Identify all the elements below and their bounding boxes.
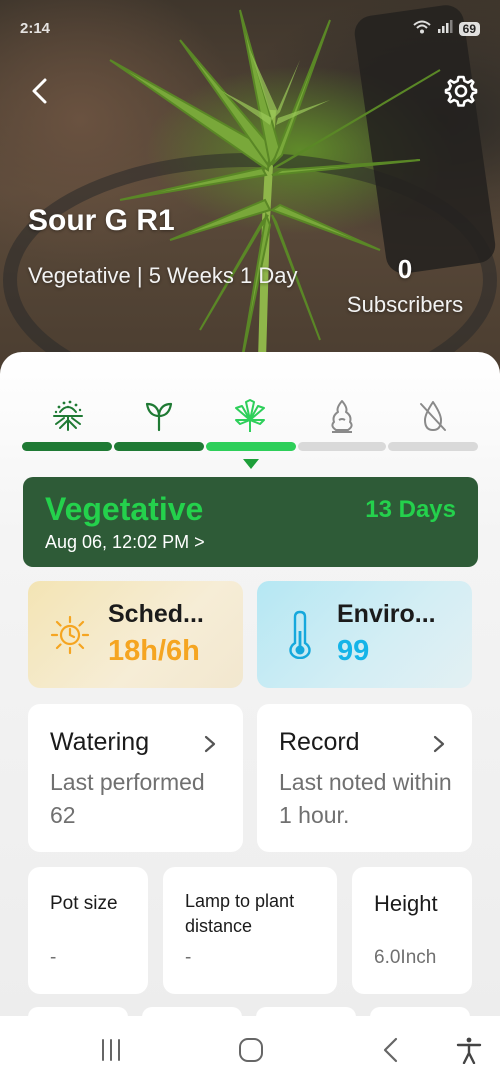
current-stage-days: 13 Days — [365, 496, 456, 523]
lamp-distance-card[interactable]: Lamp to plant distance - — [163, 867, 337, 994]
current-stage-indicator-caret — [243, 459, 259, 469]
watering-card[interactable]: Watering Last performed 62 — [28, 704, 243, 852]
settings-button[interactable] — [444, 74, 478, 108]
thermometer-icon — [285, 609, 315, 660]
schedule-value: 18h/6h — [108, 635, 200, 667]
vegetative-leaf-icon — [235, 399, 265, 432]
accessibility-icon — [456, 1037, 482, 1065]
height-value: 6.0Inch — [374, 947, 437, 968]
chevron-right-icon — [204, 735, 216, 753]
plant-hero-photo: 2:14 69 Sour G R1 Vegetative | 5 Weeks 1… — [0, 0, 500, 380]
chevron-left-icon — [32, 78, 47, 104]
stage-duration-text: Vegetative | 5 Weeks 1 Day — [28, 263, 298, 288]
stage-progress-bar-flowering — [298, 442, 386, 451]
plant-photo-image — [3, 5, 497, 380]
current-stage-title: Vegetative — [45, 491, 204, 527]
stage-progress-bar-harvest — [388, 442, 478, 451]
battery-indicator: 69 — [458, 21, 480, 36]
stage-tracker-icons — [22, 398, 478, 434]
wifi-icon — [412, 20, 431, 37]
schedule-card[interactable]: Sched... 18h/6h — [28, 581, 243, 688]
current-stage-card[interactable]: Vegetative 13 Days Aug 06, 12:02 PM > — [23, 477, 478, 567]
status-time: 2:14 — [20, 20, 51, 37]
watering-last-performed: Last performed 62 — [50, 769, 205, 828]
lamp-distance-label: Lamp to plant distance — [185, 891, 295, 936]
pot-size-label: Pot size — [50, 893, 118, 914]
stage-seedling-button[interactable] — [141, 398, 177, 434]
stage-germination-button[interactable] — [50, 398, 86, 434]
stage-progress-bar-germination — [22, 442, 112, 451]
stage-progress-bar-vegetative — [206, 442, 296, 451]
stage-vegetative-button[interactable] — [232, 398, 268, 434]
recent-apps-button[interactable] — [96, 1036, 126, 1064]
seedling-icon — [145, 402, 173, 432]
plant-name-title: Sour G R1 — [28, 204, 175, 237]
environment-card[interactable]: Enviro... 99 — [257, 581, 472, 688]
flowering-bud-icon — [331, 400, 353, 433]
pot-size-card[interactable]: Pot size - — [28, 867, 148, 994]
stage-flowering-button[interactable] — [324, 398, 360, 434]
subscriber-count[interactable]: 0 — [330, 254, 480, 285]
status-icons: 69 — [412, 20, 480, 37]
system-navigation-bar — [0, 1016, 500, 1083]
system-back-button[interactable] — [376, 1036, 406, 1064]
record-title: Record — [279, 728, 360, 756]
height-label: Height — [374, 891, 438, 916]
accessibility-button[interactable] — [454, 1036, 484, 1065]
recent-apps-icon — [102, 1039, 120, 1061]
environment-title: Enviro... — [337, 600, 436, 628]
pot-size-value: - — [50, 947, 57, 968]
home-button[interactable] — [236, 1036, 266, 1064]
record-card[interactable]: Record Last noted within 1 hour. — [257, 704, 472, 852]
back-arrow-icon — [383, 1037, 398, 1063]
harvest-drying-icon — [420, 401, 446, 431]
sun-icon — [50, 615, 90, 655]
stage-harvest-button[interactable] — [415, 398, 451, 434]
environment-value: 99 — [337, 635, 370, 667]
gear-icon — [444, 75, 478, 107]
subscriber-label[interactable]: Subscribers — [330, 292, 480, 318]
home-icon — [239, 1038, 263, 1062]
watering-title: Watering — [50, 728, 150, 756]
back-button[interactable] — [26, 76, 56, 106]
germination-icon — [53, 400, 83, 431]
stage-progress-bar-seedling — [114, 442, 204, 451]
lamp-distance-value: - — [185, 947, 192, 968]
record-last-noted: Last noted within 1 hour. — [279, 769, 452, 828]
chevron-right-icon — [433, 735, 445, 753]
schedule-title: Sched... — [108, 600, 204, 628]
plant-details-sheet: Vegetative 13 Days Aug 06, 12:02 PM > Sc… — [0, 352, 500, 1083]
height-card[interactable]: Height 6.0Inch — [352, 867, 472, 994]
current-stage-start-date: Aug 06, 12:02 PM > — [45, 532, 205, 552]
signal-icon — [437, 20, 453, 37]
